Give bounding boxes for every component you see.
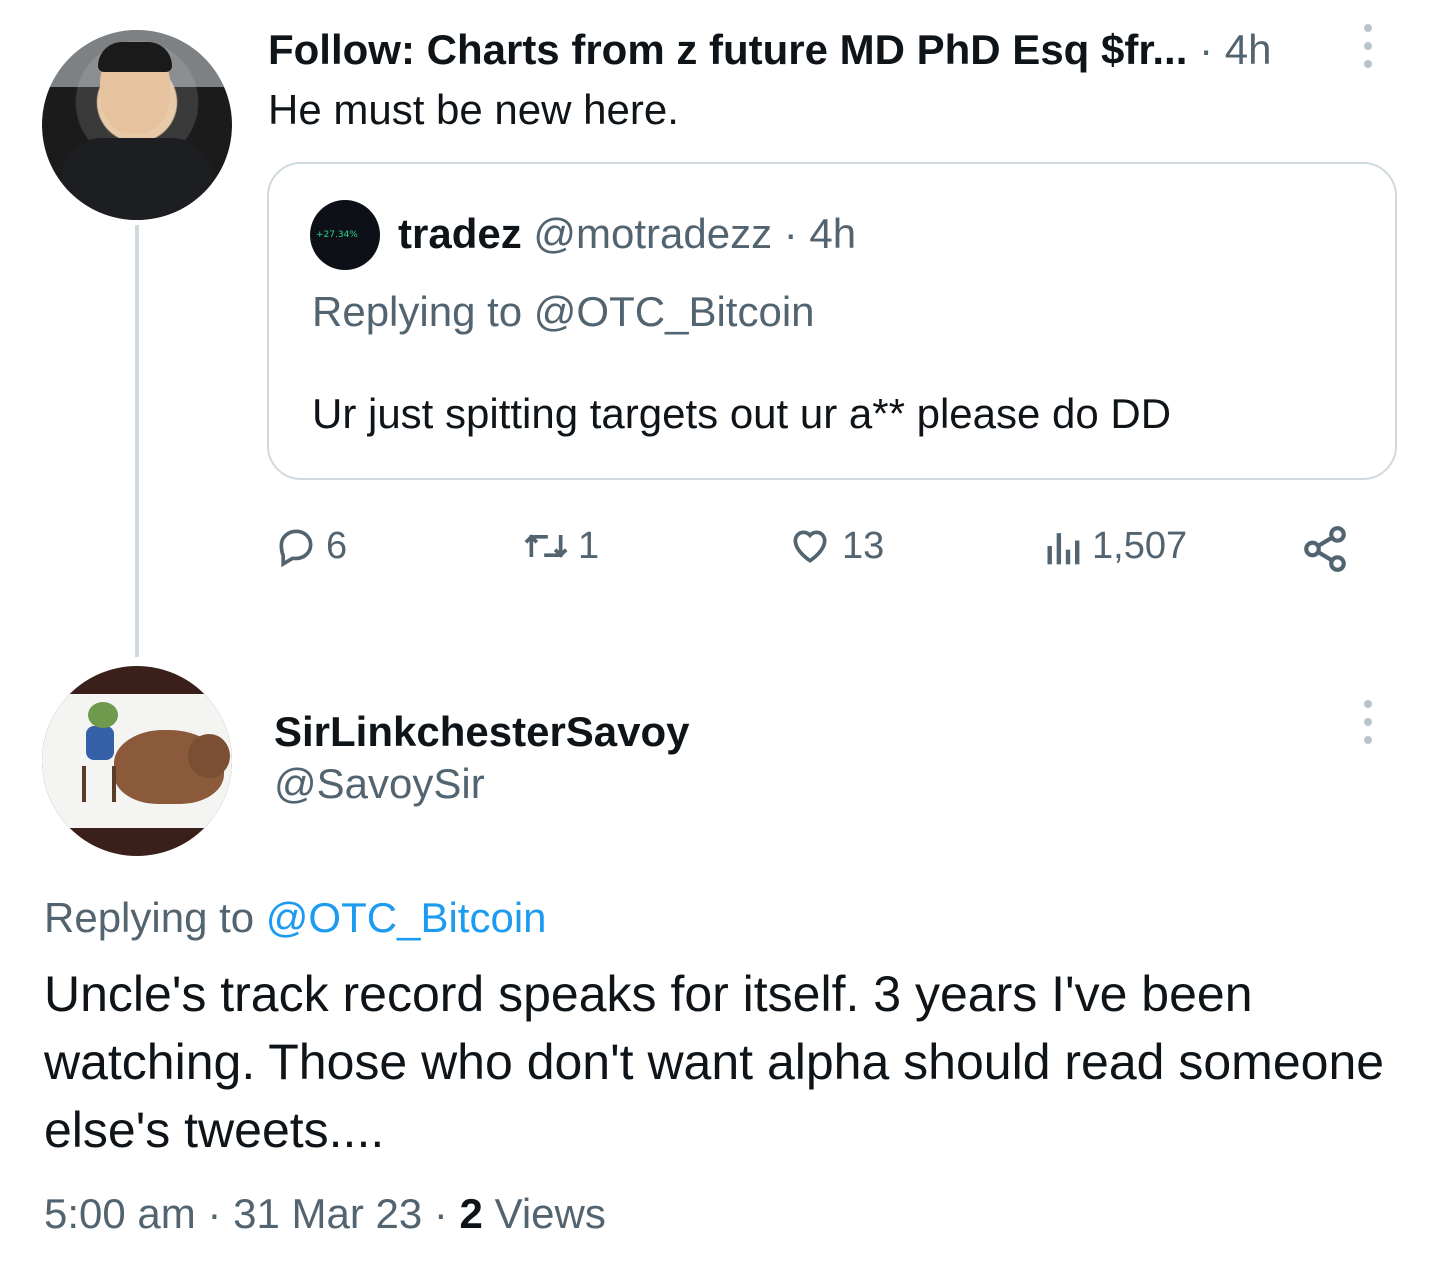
- more-vertical-icon[interactable]: [1364, 700, 1372, 744]
- author-name[interactable]: Follow: Charts from z future MD PhD Esq …: [268, 26, 1187, 73]
- like-count: 13: [842, 524, 885, 567]
- tweet-time[interactable]: · 4h: [1199, 26, 1271, 73]
- reply-author-handle[interactable]: @SavoySir: [274, 758, 485, 810]
- reply-replying-to: Replying to @OTC_Bitcoin: [44, 894, 547, 941]
- like-icon: [793, 530, 827, 563]
- views-count: 1,507: [1092, 524, 1188, 567]
- quoted-author-handle[interactable]: @motradezz: [533, 210, 772, 257]
- replying-to-handle[interactable]: @OTC_Bitcoin: [534, 288, 815, 335]
- reply-views-label: Views: [494, 1190, 606, 1237]
- avatar-label: +27.34%: [316, 230, 358, 240]
- reply-views-count: 2: [459, 1190, 483, 1237]
- reply-tweet-text: Uncle's track record speaks for itself. …: [44, 966, 1385, 1158]
- reply-icon: [279, 529, 313, 568]
- more-vertical-icon[interactable]: [1364, 24, 1372, 68]
- reply-button[interactable]: 6: [274, 524, 347, 568]
- tweet-actions-bar: 6 1 13 1,507: [270, 524, 1360, 584]
- quoted-tweet-time[interactable]: · 4h: [784, 210, 856, 257]
- tweet-text: He must be new here.: [268, 86, 679, 133]
- quoted-author-avatar[interactable]: +27.34%: [310, 200, 380, 270]
- views-icon: [1047, 533, 1080, 565]
- replying-to-handle[interactable]: @OTC_Bitcoin: [266, 894, 547, 941]
- share-icon: [1304, 526, 1346, 572]
- views-button[interactable]: 1,507: [1044, 524, 1187, 568]
- author-avatar[interactable]: [42, 30, 232, 220]
- thread-connector-line: [135, 225, 139, 657]
- reply-author-name[interactable]: SirLinkchesterSavoy: [274, 706, 690, 758]
- retweet-button[interactable]: 1: [522, 524, 599, 568]
- reply-tweet-time[interactable]: 5:00 am: [44, 1190, 196, 1237]
- retweet-count: 1: [578, 524, 600, 567]
- reply-tweet-meta: 5:00 am · 31 Mar 23 · 2 Views: [44, 1190, 606, 1237]
- tweet-header: Follow: Charts from z future MD PhD Esq …: [268, 24, 1271, 76]
- quoted-tweet-text: Ur just spitting targets out ur a** plea…: [312, 390, 1172, 437]
- reply-tweet-date[interactable]: 31 Mar 23: [233, 1190, 422, 1237]
- quoted-author-name[interactable]: tradez: [398, 210, 522, 257]
- reply-author-avatar[interactable]: [42, 666, 232, 856]
- retweet-icon: [524, 534, 568, 558]
- share-button[interactable]: [1300, 524, 1350, 574]
- like-button[interactable]: 13: [786, 524, 884, 568]
- quoted-replying-to: Replying to @OTC_Bitcoin: [312, 288, 815, 335]
- quoted-tweet-header: tradez @motradezz · 4h: [398, 208, 856, 260]
- reply-count: 6: [326, 524, 348, 567]
